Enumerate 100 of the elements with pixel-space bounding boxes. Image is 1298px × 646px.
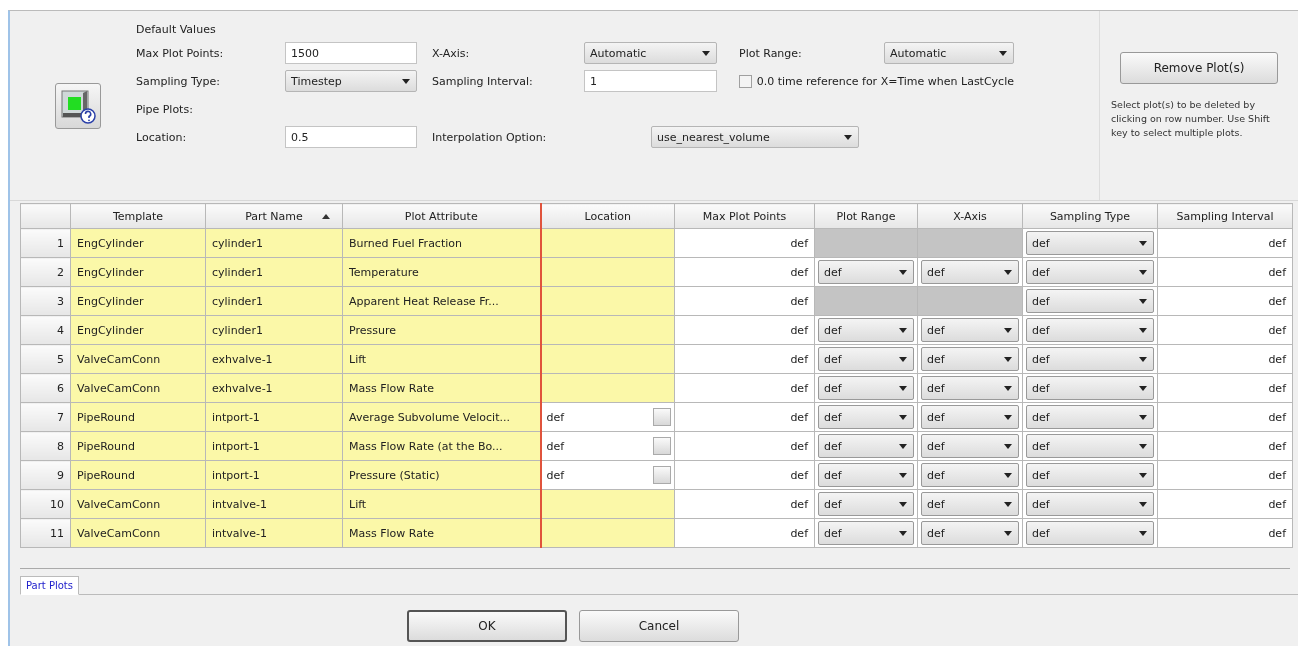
table-cell: Mass Flow Rate <box>342 373 541 403</box>
dropdown[interactable]: def <box>1026 347 1154 371</box>
caret-icon <box>1004 385 1012 391</box>
row-header[interactable]: 1 <box>20 228 71 258</box>
dropdown[interactable]: def <box>1026 318 1154 342</box>
column-header[interactable]: Location <box>540 203 675 229</box>
dropdown[interactable]: def <box>818 521 914 545</box>
dropdown[interactable]: def <box>1026 260 1154 284</box>
dropdown[interactable]: def <box>818 492 914 516</box>
input-field[interactable]: 1 <box>584 70 717 92</box>
column-header[interactable]: Part Name <box>205 203 343 229</box>
dropdown[interactable]: def <box>818 260 914 284</box>
dropdown[interactable]: def <box>818 463 914 487</box>
table-cell: def <box>1157 489 1293 519</box>
location-field[interactable]: def <box>546 468 565 482</box>
dropdown[interactable]: def <box>1026 492 1154 516</box>
table-cell: intport-1 <box>205 431 343 461</box>
row-header[interactable]: 2 <box>20 257 71 287</box>
table-cell: def <box>674 344 815 374</box>
dropdown[interactable]: def <box>1026 376 1154 400</box>
table-cell: def <box>674 431 815 461</box>
location-field[interactable]: def <box>546 439 565 453</box>
table-cell: cylinder1 <box>205 315 343 345</box>
caret-icon <box>1139 240 1147 246</box>
input-field[interactable]: 1500 <box>285 42 417 64</box>
dropdown[interactable]: def <box>1026 434 1154 458</box>
location-field[interactable]: def <box>546 410 565 424</box>
row-header[interactable]: 9 <box>20 460 71 490</box>
dropdown[interactable]: def <box>921 376 1019 400</box>
browse-button[interactable] <box>653 408 671 426</box>
browse-button[interactable] <box>653 466 671 484</box>
caret-icon <box>1139 414 1147 420</box>
column-header[interactable]: Sampling Interval <box>1157 203 1293 229</box>
dropdown[interactable]: def <box>818 434 914 458</box>
row-header[interactable]: 5 <box>20 344 71 374</box>
dropdown[interactable]: def <box>1026 289 1154 313</box>
caret-icon <box>1004 269 1012 275</box>
dropdown[interactable]: def <box>818 318 914 342</box>
table-cell: cylinder1 <box>205 228 343 258</box>
tab[interactable]: Part Plots <box>20 576 79 595</box>
caret-icon <box>899 472 907 478</box>
column-header[interactable]: Max Plot Points <box>674 203 815 229</box>
dropdown[interactable]: def <box>1026 231 1154 255</box>
dropdown[interactable]: def <box>921 492 1019 516</box>
dropdown[interactable]: def <box>818 376 914 400</box>
table-cell: def <box>674 518 815 548</box>
input-field[interactable]: 0.5 <box>285 126 417 148</box>
table-cell: def <box>674 460 815 490</box>
checkbox[interactable] <box>739 74 752 88</box>
row-header[interactable]: 6 <box>20 373 71 403</box>
column-header[interactable]: X-Axis <box>917 203 1023 229</box>
table-cell: ValveCamConn <box>70 344 206 374</box>
dropdown[interactable]: def <box>1026 405 1154 429</box>
row-header[interactable]: 7 <box>20 402 71 432</box>
dropdown[interactable]: use_nearest_volume <box>651 126 859 148</box>
ok-button[interactable]: OK <box>407 610 567 642</box>
table-cell: def <box>674 489 815 519</box>
dropdown[interactable]: def <box>921 347 1019 371</box>
dropdown[interactable]: def <box>1026 521 1154 545</box>
browse-button[interactable] <box>653 437 671 455</box>
table-cell: intport-1 <box>205 460 343 490</box>
dropdown[interactable]: Automatic <box>584 42 717 64</box>
table-cell: def <box>674 315 815 345</box>
table-cell: Burned Fuel Fraction <box>342 228 541 258</box>
dropdown[interactable]: def <box>921 260 1019 284</box>
dropdown[interactable]: def <box>818 405 914 429</box>
remove-plots-button[interactable]: Remove Plot(s) <box>1120 52 1278 84</box>
cancel-button[interactable]: Cancel <box>579 610 739 642</box>
table-cell: cylinder1 <box>205 257 343 287</box>
caret-icon <box>1004 501 1012 507</box>
row-header[interactable]: 8 <box>20 431 71 461</box>
dropdown[interactable]: def <box>921 434 1019 458</box>
field-label: Sampling Type: <box>136 74 221 88</box>
dropdown[interactable]: def <box>818 347 914 371</box>
dropdown[interactable]: Timestep <box>285 70 417 92</box>
dropdown[interactable]: def <box>921 405 1019 429</box>
row-header[interactable]: 10 <box>20 489 71 519</box>
dropdown[interactable]: def <box>1026 463 1154 487</box>
row-header[interactable]: 4 <box>20 315 71 345</box>
help-button[interactable] <box>55 82 101 129</box>
column-header[interactable]: Sampling Type <box>1022 203 1158 229</box>
column-header[interactable]: Plot Attribute <box>342 203 541 229</box>
row-header[interactable]: 3 <box>20 286 71 316</box>
table-cell: EngCylinder <box>70 286 206 316</box>
table-cell: def <box>674 373 815 403</box>
field-label: X-Axis: <box>432 46 471 60</box>
field-label: Plot Range: <box>739 46 803 60</box>
table-cell: Apparent Heat Release Fr... <box>342 286 541 316</box>
column-header[interactable]: Plot Range <box>814 203 918 229</box>
row-header[interactable]: 11 <box>20 518 71 548</box>
table-cell: PipeRound <box>70 402 206 432</box>
field-label: Location: <box>136 130 188 144</box>
dropdown[interactable]: def <box>921 318 1019 342</box>
column-header[interactable]: Template <box>70 203 206 229</box>
dropdown[interactable]: def <box>921 521 1019 545</box>
field-label: Interpolation Option: <box>432 130 548 144</box>
dropdown[interactable]: def <box>921 463 1019 487</box>
caret-icon <box>899 530 907 536</box>
table-cell: Average Subvolume Velocit... <box>342 402 541 432</box>
dropdown[interactable]: Automatic <box>884 42 1014 64</box>
